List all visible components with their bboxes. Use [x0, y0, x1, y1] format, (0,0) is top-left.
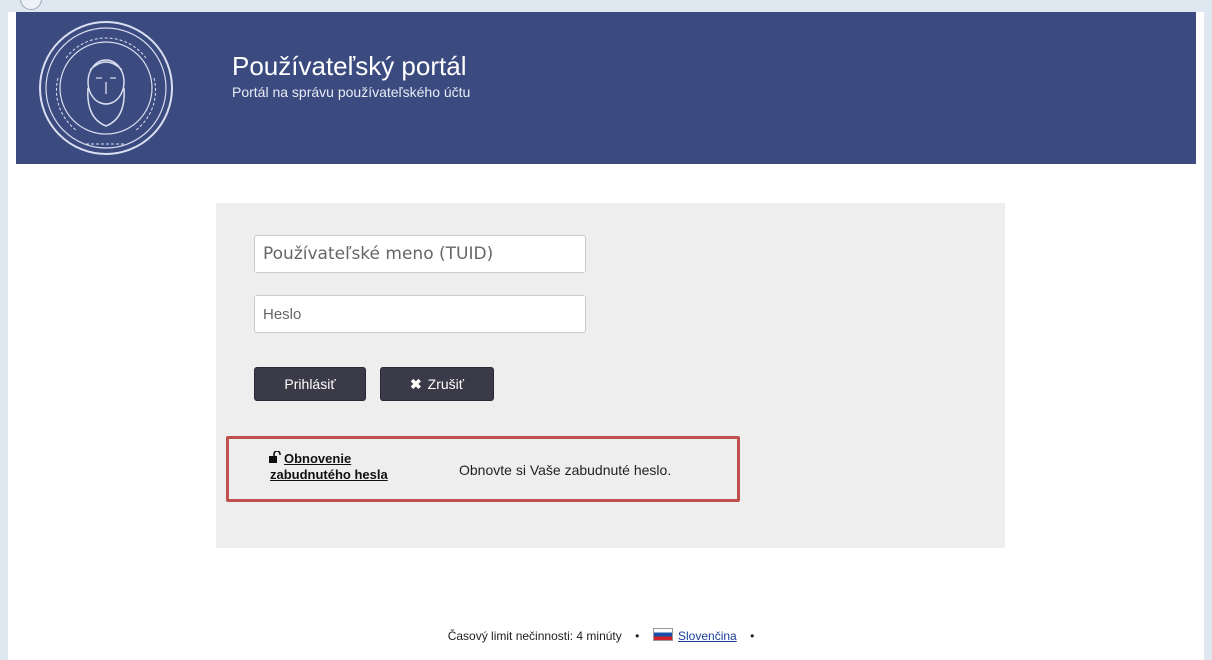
language-link[interactable]: Slovenčina	[678, 629, 737, 643]
close-icon: ✖	[409, 375, 422, 392]
login-button-label: Prihlásiť	[284, 376, 336, 392]
window-frame-right	[1203, 12, 1212, 660]
footer-separator: •	[635, 629, 640, 643]
login-button[interactable]: Prihlásiť	[254, 367, 366, 401]
footer-separator: •	[750, 629, 755, 643]
slovak-flag-icon	[652, 628, 673, 641]
password-reset-link[interactable]: Obnovenie zabudnutého hesla	[270, 451, 420, 483]
login-panel: Prihlásiť ✖ Zrušiť Obnovenie zabudnutého…	[216, 203, 1005, 548]
browser-back-button[interactable]	[20, 0, 42, 10]
page-title: Používateľský portál	[232, 51, 467, 81]
portal-header: Používateľský portál Portál na správu po…	[16, 12, 1196, 164]
university-seal-logo	[39, 21, 173, 155]
password-reset-description: Obnovte si Vaše zabudnuté heslo.	[459, 462, 672, 478]
page-viewport: Používateľský portál Portál na správu po…	[8, 12, 1204, 660]
username-input[interactable]	[254, 235, 586, 273]
password-reset-section: Obnovenie zabudnutého hesla Obnovte si V…	[226, 436, 740, 502]
cancel-button[interactable]: ✖ Zrušiť	[380, 367, 494, 401]
page-subtitle: Portál na správu používateľského účtu	[232, 84, 471, 100]
footer: Časový limit nečinnosti: 4 minúty • Slov…	[8, 628, 1204, 643]
inactivity-timeout-text: Časový limit nečinnosti: 4 minúty	[447, 629, 622, 643]
cancel-button-label: Zrušiť	[427, 376, 465, 392]
password-input[interactable]	[254, 295, 586, 333]
